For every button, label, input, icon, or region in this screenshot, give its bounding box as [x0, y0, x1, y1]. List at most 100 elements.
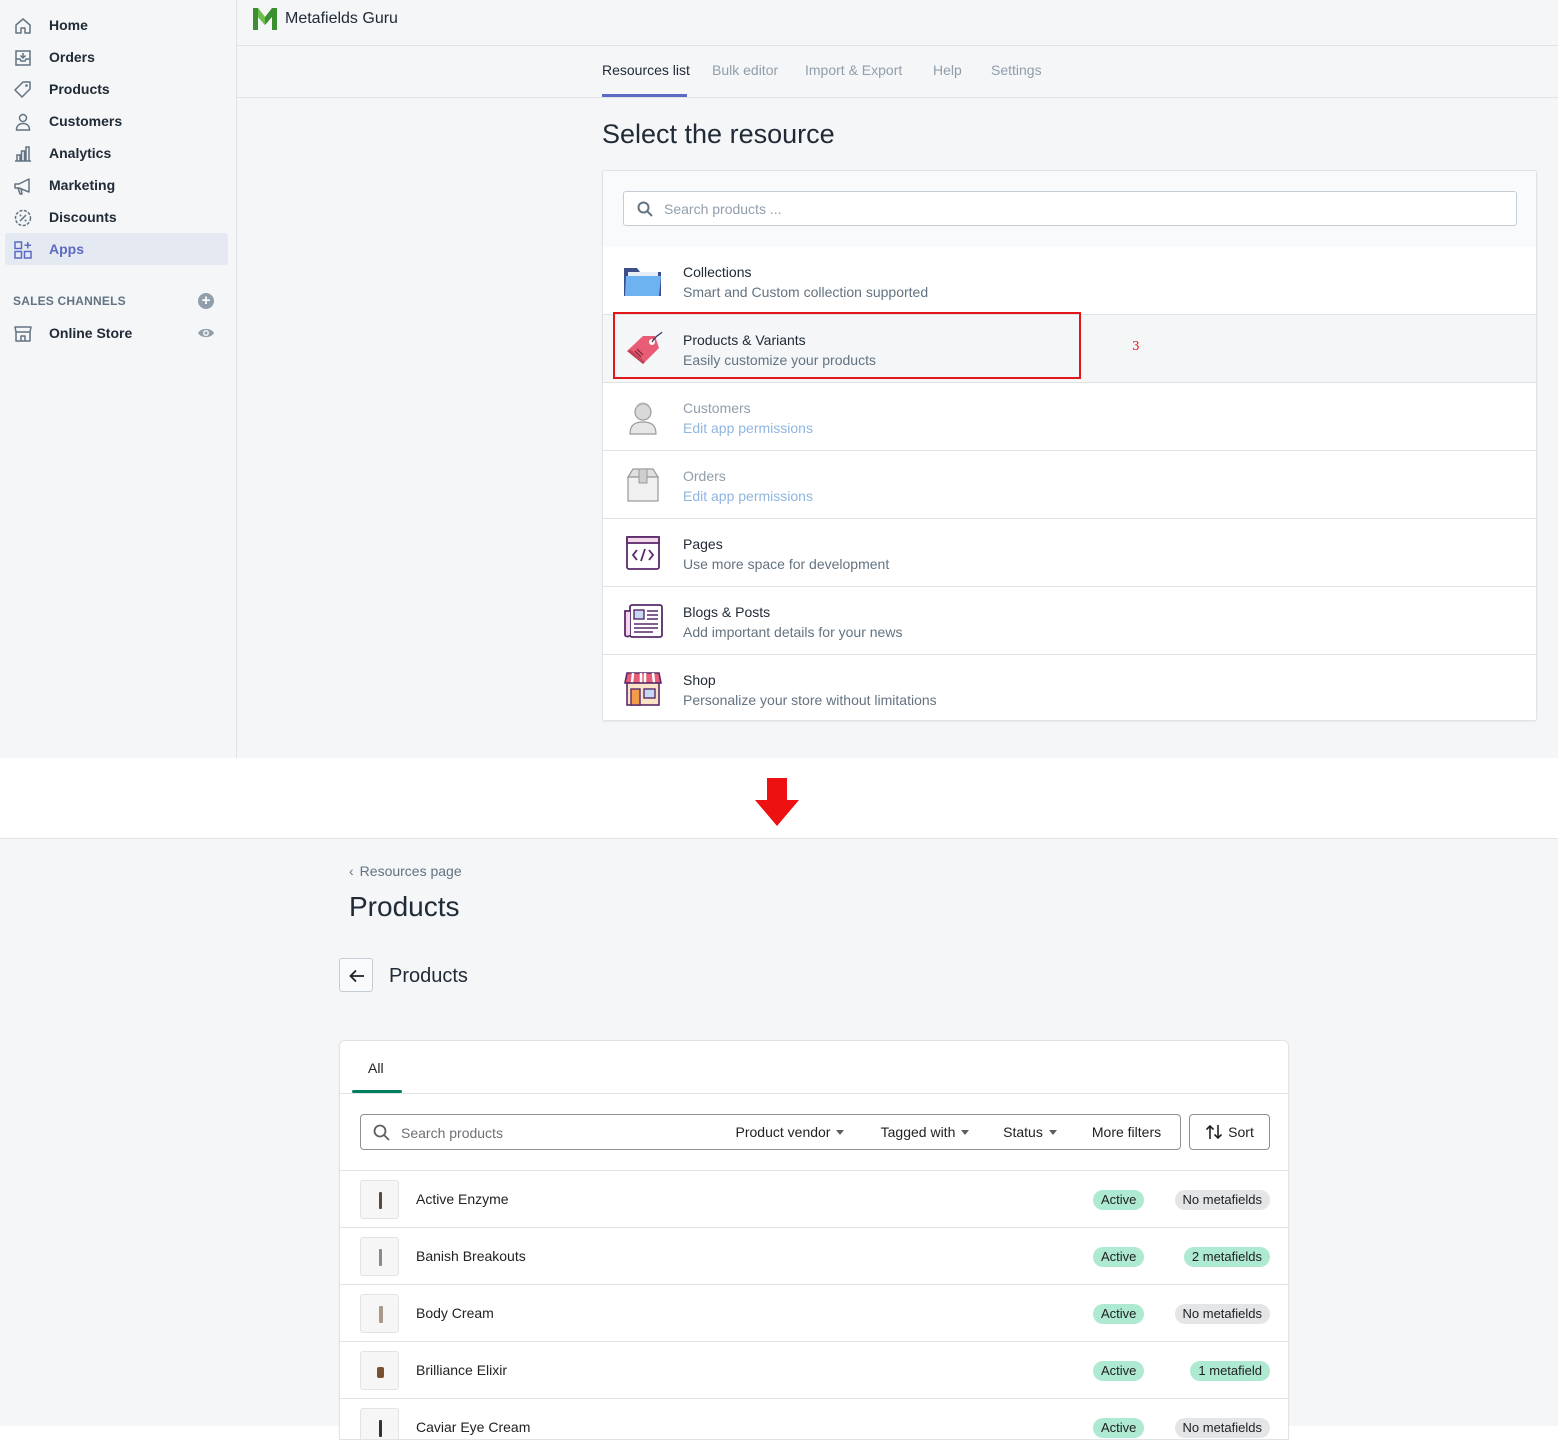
sidebar-item-online-store[interactable]: Online Store — [5, 317, 228, 349]
status-filter-button[interactable]: Status — [987, 1114, 1074, 1150]
sidebar-item-label: Analytics — [49, 145, 112, 161]
resource-row-pages[interactable]: Pages Use more space for development — [603, 519, 1536, 587]
search-area: Search products ... — [603, 171, 1536, 247]
product-row[interactable]: Active Enzyme Active No metafields — [340, 1170, 1288, 1227]
resource-title: Collections — [683, 264, 752, 280]
resource-row-shop[interactable]: Shop Personalize your store without limi… — [603, 655, 1536, 720]
sidebar-item-marketing[interactable]: Marketing — [5, 169, 228, 201]
box-icon — [626, 468, 660, 502]
tab-all[interactable]: All — [368, 1060, 384, 1076]
home-icon — [15, 18, 31, 34]
admin-sidebar: Home Orders Products Customers Analytics… — [0, 0, 237, 758]
resource-row-orders[interactable]: Orders Edit app permissions — [603, 451, 1536, 519]
breadcrumb[interactable]: ‹ Resources page — [349, 863, 462, 879]
sidebar-item-analytics[interactable]: Analytics — [5, 137, 228, 169]
tab-help[interactable]: Help — [933, 62, 962, 78]
filter-label: Product vendor — [735, 1124, 831, 1140]
product-name: Banish Breakouts — [416, 1248, 526, 1264]
resource-selection-screen: Home Orders Products Customers Analytics… — [0, 0, 1558, 758]
product-vendor-filter-button[interactable]: Product vendor — [717, 1114, 864, 1150]
caret-down-icon — [1048, 1129, 1057, 1135]
sidebar-item-orders[interactable]: Orders — [5, 41, 228, 73]
product-thumbnail — [360, 1294, 399, 1333]
edit-permissions-link[interactable]: Edit app permissions — [683, 488, 813, 504]
price-tag-icon — [627, 331, 663, 364]
sidebar-item-label: Orders — [49, 49, 95, 65]
tab-settings[interactable]: Settings — [991, 62, 1042, 78]
resource-title: Pages — [683, 536, 723, 552]
back-button[interactable] — [339, 958, 373, 992]
metafields-badge: 1 metafield — [1190, 1361, 1270, 1381]
add-channel-icon[interactable]: + — [198, 293, 214, 309]
chevron-left-icon: ‹ — [349, 863, 354, 879]
tab-resources-list[interactable]: Resources list — [602, 62, 690, 78]
resource-row-collections[interactable]: Collections Smart and Custom collection … — [603, 247, 1536, 315]
tag-icon — [14, 81, 31, 98]
status-badge: Active — [1093, 1418, 1145, 1438]
code-window-icon — [626, 536, 660, 570]
resource-row-blogs-posts[interactable]: Blogs & Posts Add important details for … — [603, 587, 1536, 655]
resource-subtitle: Smart and Custom collection supported — [683, 284, 929, 300]
resource-row-customers[interactable]: Customers Edit app permissions — [603, 383, 1536, 451]
product-thumbnail — [360, 1180, 399, 1219]
product-name: Brilliance Elixir — [416, 1362, 508, 1378]
sort-button[interactable]: Sort — [1189, 1114, 1270, 1150]
resource-subtitle: Personalize your store without limitatio… — [683, 692, 937, 708]
product-name: Caviar Eye Cream — [416, 1419, 531, 1435]
eye-icon[interactable] — [197, 325, 215, 341]
sidebar-item-products[interactable]: Products — [5, 73, 228, 105]
sidebar-item-apps[interactable]: Apps — [5, 233, 228, 265]
person-icon — [15, 113, 31, 131]
sidebar-item-label: Apps — [49, 241, 84, 257]
edit-permissions-link[interactable]: Edit app permissions — [683, 420, 813, 436]
sidebar-item-home[interactable]: Home — [5, 9, 228, 41]
resource-subtitle: Add important details for your news — [683, 624, 903, 640]
product-row[interactable]: Caviar Eye Cream Active No metafields — [340, 1398, 1288, 1439]
product-name: Active Enzyme — [416, 1191, 509, 1207]
tagged-with-filter-button[interactable]: Tagged with — [863, 1114, 988, 1150]
storefront-icon — [624, 672, 662, 706]
product-row[interactable]: Banish Breakouts Active 2 metafields — [340, 1227, 1288, 1284]
product-row[interactable]: Body Cream Active No metafields — [340, 1284, 1288, 1341]
search-input[interactable]: Search products ... — [623, 191, 1517, 226]
resource-row-products-variants[interactable]: Products & Variants Easily customize you… — [603, 315, 1536, 383]
resource-list-card: Search products ... Collections Smart an… — [602, 170, 1537, 721]
resource-title: Products & Variants — [683, 332, 806, 348]
search-input[interactable]: Search products — [360, 1114, 718, 1150]
sales-channels-heading: SALES CHANNELS — [13, 294, 126, 308]
status-badge: Active — [1093, 1304, 1145, 1324]
arrow-left-icon — [349, 969, 364, 983]
product-thumbnail — [360, 1408, 399, 1439]
search-icon — [373, 1124, 390, 1141]
caret-down-icon — [961, 1129, 970, 1135]
app-tabs: Resources list Bulk editor Import & Expo… — [237, 46, 1558, 98]
search-placeholder: Search products ... — [664, 201, 782, 217]
status-badge: Active — [1093, 1247, 1145, 1267]
sidebar-item-customers[interactable]: Customers — [5, 105, 228, 137]
sort-label: Sort — [1228, 1124, 1254, 1140]
products-card: All Search products Product vendor Tagge… — [339, 1040, 1289, 1440]
tab-import-export[interactable]: Import & Export — [805, 62, 902, 78]
megaphone-icon — [14, 178, 30, 195]
tab-bulk-editor[interactable]: Bulk editor — [712, 62, 778, 78]
sort-icon — [1206, 1124, 1223, 1140]
sidebar-item-label: Home — [49, 17, 88, 33]
search-placeholder: Search products — [401, 1125, 503, 1141]
metafields-badge: No metafields — [1174, 1304, 1270, 1324]
metafields-badge: No metafields — [1174, 1190, 1270, 1210]
customer-avatar-icon — [629, 402, 657, 435]
product-row[interactable]: Brilliance Elixir Active 1 metafield — [340, 1341, 1288, 1398]
filter-label: Tagged with — [880, 1124, 956, 1140]
caret-down-icon — [836, 1129, 845, 1135]
product-name: Body Cream — [416, 1305, 494, 1321]
newspaper-icon — [624, 604, 663, 638]
more-filters-button[interactable]: More filters — [1073, 1114, 1181, 1150]
status-badge: Active — [1093, 1361, 1145, 1381]
filter-label: More filters — [1091, 1124, 1162, 1140]
resource-subtitle: Use more space for development — [683, 556, 890, 572]
sidebar-item-discounts[interactable]: Discounts — [5, 201, 228, 233]
annotation-step-number: 3 — [1132, 339, 1140, 353]
filter-label: Status — [1003, 1124, 1043, 1140]
sidebar-item-label: Discounts — [49, 209, 117, 225]
sidebar-item-label: Products — [49, 81, 110, 97]
